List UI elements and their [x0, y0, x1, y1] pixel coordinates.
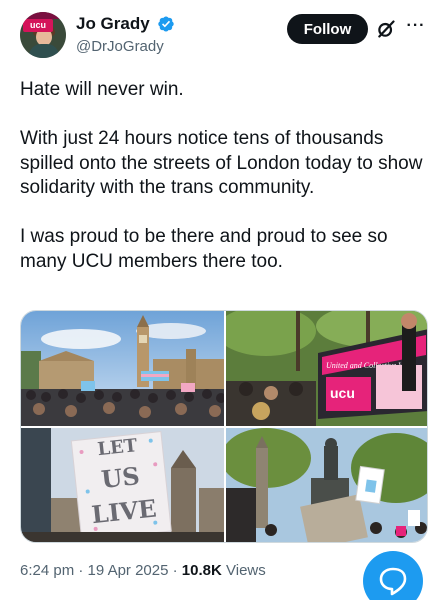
- meta-separator: ·: [74, 562, 88, 579]
- handle[interactable]: @DrJoGrady: [76, 38, 175, 55]
- tweet-paragraph: Hate will never win.: [20, 79, 184, 100]
- follow-button[interactable]: Follow: [287, 14, 368, 44]
- tweet-header: ucu Jo Grady @DrJoGrady Follow ···: [20, 12, 428, 64]
- reply-fab[interactable]: [363, 551, 423, 600]
- meta-separator: ·: [168, 562, 182, 579]
- tweet-date[interactable]: 19 Apr 2025: [88, 562, 169, 579]
- avatar-badge: ucu: [23, 19, 53, 32]
- reply-bubble-icon: [379, 567, 407, 596]
- tweet-text: Hate will never win. With just 24 hours …: [20, 78, 428, 299]
- photo-crowd-big-ben[interactable]: [21, 311, 224, 426]
- avatar[interactable]: ucu: [20, 12, 66, 58]
- tweet-meta: 6:24 pm · 19 Apr 2025 · 10.8K Views: [20, 562, 266, 579]
- media-grid: United and Collective Voi ucu LET US LIV…: [20, 310, 428, 543]
- display-name[interactable]: Jo Grady: [76, 14, 150, 34]
- banner-logo: ucu: [330, 385, 355, 401]
- more-icon[interactable]: ···: [404, 17, 428, 41]
- avatar-body: [29, 44, 59, 58]
- grok-icon[interactable]: [376, 19, 396, 39]
- sign-text-let: LET: [96, 435, 138, 460]
- verified-badge-icon: [158, 16, 174, 32]
- views-label: Views: [226, 562, 266, 579]
- photo-ucu-banner[interactable]: United and Collective Voi ucu: [226, 311, 427, 426]
- views-count: 10.8K: [181, 562, 222, 579]
- tweet-time[interactable]: 6:24 pm: [20, 562, 74, 579]
- avatar-top-strip: [20, 12, 66, 19]
- author-names: Jo Grady @DrJoGrady: [76, 14, 175, 55]
- photo-statue-crowd[interactable]: [226, 428, 427, 542]
- photo-let-us-live-sign[interactable]: LET US LIVE: [21, 428, 224, 542]
- sign-text-us: US: [100, 461, 141, 494]
- tweet-paragraph: With just 24 hours notice tens of thousa…: [20, 128, 428, 198]
- tweet-paragraph: I was proud to be there and proud to see…: [20, 226, 393, 272]
